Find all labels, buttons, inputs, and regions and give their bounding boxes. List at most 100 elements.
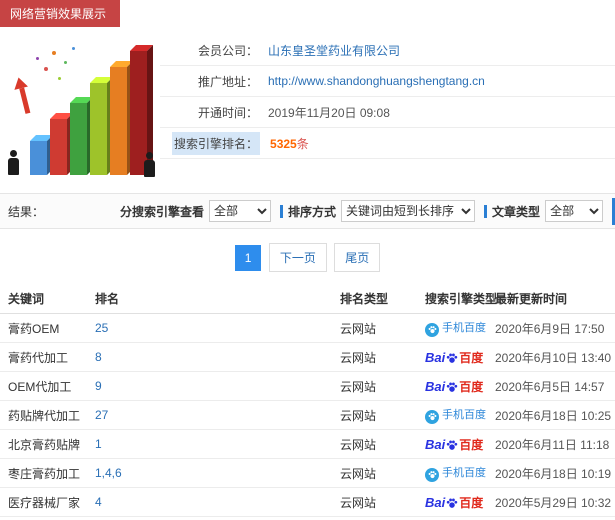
person-figure	[142, 152, 156, 177]
baidu-logo: Bai 百度	[425, 494, 484, 510]
rank-cell[interactable]: 1	[95, 437, 340, 451]
keyword-cell: OEM代加工	[8, 379, 72, 394]
person-figure	[6, 150, 20, 175]
table-body: 膏药OEM 25 云网站 手机百度 2020年6月9日 17:50 膏药代加工 …	[0, 314, 615, 520]
page-title: 网络营销效果展示	[0, 0, 121, 27]
bar-chart-illustration	[0, 33, 160, 189]
baidu-latin-text: Bai	[425, 378, 446, 394]
updated-cell: 2020年6月5日 14:57	[495, 379, 605, 394]
page-next-button[interactable]: 下一页	[268, 243, 327, 272]
baidu-latin-text: Bai	[425, 349, 446, 365]
header-rank: 排名	[95, 292, 120, 306]
engine-cell: 手机百度	[425, 464, 495, 482]
rank-type-cell: 云网站	[340, 408, 377, 423]
mobile-baidu-icon	[425, 467, 439, 482]
open-time-label: 开通时间：	[197, 105, 258, 120]
baidu-paw-icon	[447, 353, 458, 363]
rank-type-cell: 云网站	[340, 379, 377, 394]
keyword-cell: 医疗器械厂家	[8, 495, 81, 510]
rank-cell[interactable]: 4	[95, 495, 340, 509]
chart-bar	[30, 141, 47, 175]
baidu-paw-icon	[428, 471, 436, 479]
baidu-logo: Bai 百度	[425, 378, 484, 394]
baidu-paw-icon	[428, 413, 436, 421]
updated-cell: 2020年5月29日 10:32	[495, 495, 612, 510]
rank-type-cell: 云网站	[340, 437, 377, 452]
table-header-row: 关键词 排名 排名类型 搜索引擎类型 最新更新时间	[0, 284, 615, 314]
keyword-cell: 膏药OEM	[8, 321, 60, 336]
mobile-baidu-icon	[425, 322, 439, 337]
filter-controls: 分搜索引擎查看 全部 排序方式 关键词由短到长排序 文章类型 全部 提交	[120, 197, 615, 225]
rank-type-cell: 云网站	[340, 350, 377, 365]
results-table: 关键词 排名 排名类型 搜索引擎类型 最新更新时间 膏药OEM 25 云网站 手…	[0, 284, 615, 520]
page-current[interactable]: 1	[234, 245, 262, 271]
result-label: 结果：	[8, 204, 45, 219]
baidu-logo: Bai 百度	[425, 349, 483, 365]
table-row: 膏药OEM 25 云网站 手机百度 2020年6月9日 17:50	[0, 314, 615, 343]
rank-type-cell: 云网站	[340, 466, 377, 481]
updated-cell: 2020年6月18日 10:19	[495, 466, 612, 481]
header-keyword: 关键词	[8, 292, 45, 306]
table-row: 枣庄膏药加工 1,4,6 云网站 手机百度 2020年6月18日 10:19	[0, 459, 615, 488]
rank-cell[interactable]: 27	[95, 408, 340, 422]
baidu-paw-icon	[447, 382, 458, 392]
engine-cell: 手机百度	[425, 406, 495, 424]
mobile-baidu-label: 手机百度	[442, 467, 486, 480]
rank-cell[interactable]: 25	[95, 321, 340, 335]
confetti-dot	[72, 47, 75, 50]
mobile-baidu-label: 手机百度	[442, 409, 486, 422]
baidu-cn-text: 百度	[459, 495, 484, 510]
engine-cell: Bai 百度	[425, 378, 495, 395]
field-row-company: 会员公司： 山东皇圣堂药业有限公司	[160, 35, 615, 66]
engine-cell: Bai 百度	[425, 436, 495, 453]
blue-divider-bar	[280, 204, 284, 218]
promo-url-link[interactable]: http://www.shandonghuangshengtang.cn	[268, 74, 485, 88]
chart-bar	[50, 119, 67, 175]
company-label: 会员公司：	[197, 43, 258, 58]
rank-cell[interactable]: 8	[95, 350, 340, 364]
field-row-rank-count: 搜索引擎排名： 5325条	[160, 128, 615, 159]
baidu-paw-icon	[447, 498, 458, 508]
rank-cell[interactable]: 1,4,6	[95, 466, 340, 480]
pagination: 1 下一页 尾页	[0, 229, 615, 284]
updated-cell: 2020年6月18日 10:25	[495, 408, 612, 423]
engine-cell: 手机百度	[425, 319, 495, 337]
filter-bar: 结果： 分搜索引擎查看 全部 排序方式 关键词由短到长排序 文章类型 全部 提交	[0, 193, 615, 229]
rank-count-value: 5325条	[270, 136, 309, 151]
table-row: 膏药代加工 8 云网站 Bai 百度 2020年6月10日 13:40	[0, 343, 615, 372]
header-rank-type: 排名类型	[340, 292, 389, 306]
baidu-latin-text: Bai	[425, 436, 446, 452]
table-row: OEM代加工 9 云网站 Bai 百度 2020年6月5日 14:57	[0, 372, 615, 401]
open-time-value: 2019年11月20日 09:08	[268, 105, 390, 120]
field-row-open-time: 开通时间： 2019年11月20日 09:08	[160, 97, 615, 128]
baidu-paw-icon	[428, 326, 436, 334]
company-link[interactable]: 山东皇圣堂药业有限公司	[268, 42, 400, 59]
keyword-cell: 药贴牌代加工	[8, 408, 81, 423]
mobile-baidu-logo: 手机百度	[425, 465, 486, 482]
header-updated: 最新更新时间	[495, 292, 568, 306]
engine-filter-label: 分搜索引擎查看	[120, 204, 205, 219]
keyword-cell: 枣庄膏药加工	[8, 466, 81, 481]
rank-cell[interactable]: 9	[95, 379, 340, 393]
table-row: 医疗器械厂家 4 云网站 Bai 百度 2020年5月29日 10:32	[0, 488, 615, 517]
sort-filter-label: 排序方式	[288, 204, 337, 219]
article-filter-select[interactable]: 全部	[545, 200, 604, 222]
sort-filter-select[interactable]: 关键词由短到长排序	[341, 200, 476, 222]
updated-cell: 2020年6月10日 13:40	[495, 350, 612, 365]
baidu-cn-text: 百度	[459, 379, 484, 394]
keyword-cell: 膏药代加工	[8, 350, 69, 365]
engine-cell: Bai 百度	[425, 494, 495, 511]
article-filter-label: 文章类型	[492, 204, 541, 219]
page-last-button[interactable]: 尾页	[334, 243, 381, 272]
baidu-cn-text: 百度	[459, 437, 484, 452]
mobile-baidu-logo: 手机百度	[425, 407, 486, 424]
field-row-url: 推广地址： http://www.shandonghuangshengtang.…	[160, 66, 615, 97]
table-row: 北京膏药贴牌 1 云网站 Bai 百度 2020年6月11日 11:18	[0, 430, 615, 459]
chart-bars	[30, 51, 147, 175]
baidu-paw-icon	[447, 440, 458, 450]
engine-filter-select[interactable]: 全部	[209, 200, 272, 222]
baidu-latin-text: Bai	[425, 494, 446, 510]
chart-bar	[70, 103, 87, 175]
header-engine-type: 搜索引擎类型	[425, 292, 498, 306]
keyword-cell: 北京膏药贴牌	[8, 437, 81, 452]
